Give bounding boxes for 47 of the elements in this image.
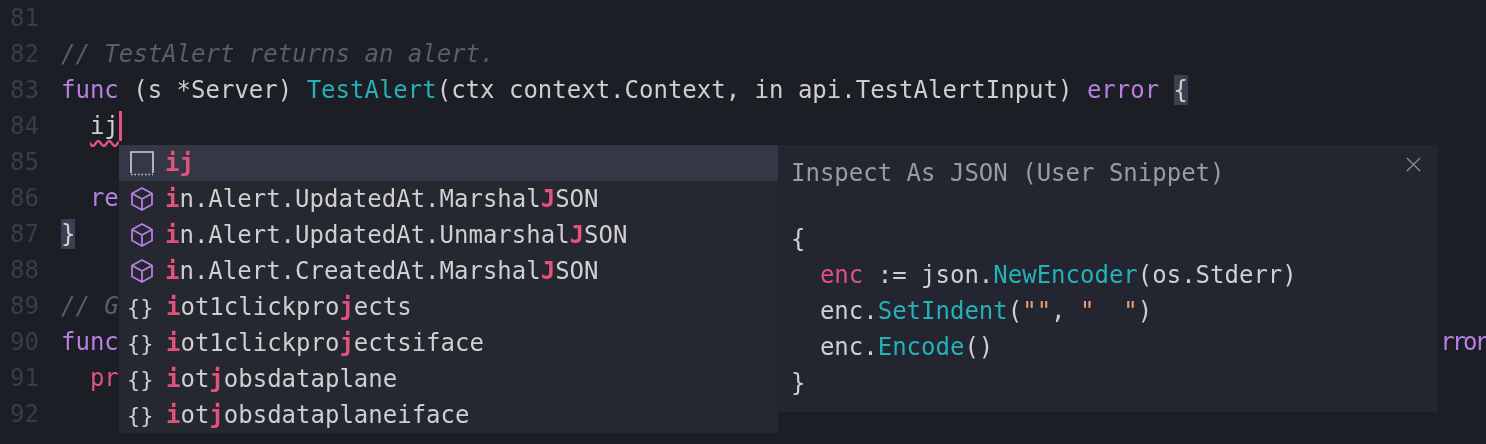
code-text: (s *Server) [132,75,294,106]
code-text: (os.Stderr) [1137,260,1297,291]
code-function: TestAlert [306,75,437,106]
code-keyword: func [61,75,119,106]
suggestion-item[interactable]: in.Alert.CreatedAt.MarshalJSON [119,253,778,289]
code-keyword: error [1086,75,1160,106]
code-text: enc. [819,296,878,327]
code-function: Encode [877,332,965,363]
matched-bracket: } [61,219,76,249]
matched-bracket: { [1173,75,1189,105]
code-text: := json. [876,260,994,291]
code-text: enc. [819,332,878,363]
code-error-text: ij [89,111,119,141]
suggestion-item[interactable]: in.Alert.UpdatedAt.MarshalJSON [119,181,778,217]
code-text: } [791,368,806,399]
snippet-icon [128,149,156,177]
code-keyword: func [61,327,119,358]
code-variable: pr [89,363,119,394]
code-function: SetIndent [877,296,1008,327]
cube-icon [128,257,156,285]
braces-icon: {} [127,294,157,320]
code-string: " " [1080,296,1138,327]
code-comment: // G [61,291,119,322]
code-keyword: re [89,183,119,214]
code-text: (ctx context.Context, in api.TestAlertInput) [436,75,1074,106]
code-function: NewEncoder [993,260,1138,291]
braces-icon: {} [127,402,157,428]
suggestion-item[interactable]: {} iot1clickproj ectsiface [119,325,778,361]
code-text: ) [1137,296,1153,327]
code-text: ( [1007,296,1023,327]
code-variable: enc [819,260,864,291]
code-comment: // TestAlert returns an alert. [61,39,495,70]
suggestion-item[interactable]: {} iotj obsdataplane [119,361,778,397]
suggestion-item[interactable]: in.Alert.UpdatedAt.UnmarshalJSON [119,217,778,253]
code-text: () [964,332,994,363]
code-keyword: rror [1440,327,1486,358]
cube-icon [128,221,156,249]
code-text: , [1051,296,1067,327]
braces-icon: {} [127,330,157,356]
braces-icon: {} [127,366,157,392]
cube-icon [128,185,156,213]
suggestion-item[interactable]: {} iot1clickproj ects [119,289,778,325]
code-string: "" [1022,296,1052,327]
close-icon[interactable] [1406,157,1421,172]
suggestion-item[interactable]: {} iotj obsdataplaneiface [119,397,778,433]
code-text: { [791,224,806,255]
snippet-title: Inspect As JSON (User Snippet) [791,159,1225,187]
